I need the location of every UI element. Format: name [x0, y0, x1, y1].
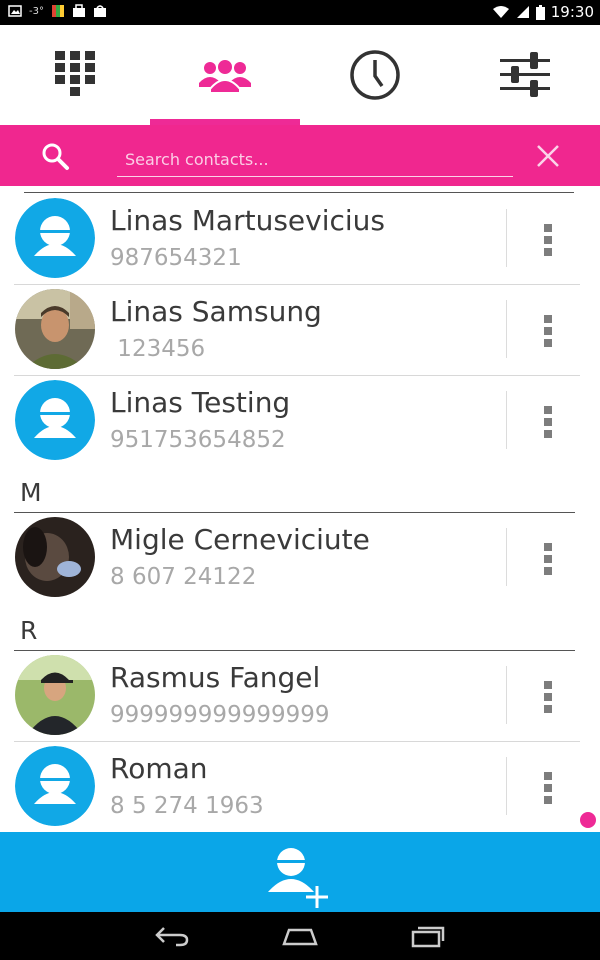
system-nav-bar [0, 912, 600, 960]
contact-row[interactable]: Roman 8 5 274 1963 [0, 742, 600, 832]
contact-number: 951753654852 [110, 427, 286, 453]
image-icon [8, 5, 22, 17]
more-options-icon[interactable] [538, 543, 558, 583]
signal-icon [516, 6, 529, 18]
more-options-icon[interactable] [538, 224, 558, 264]
contact-row[interactable]: Rasmus Fangel 999999999999999 [0, 651, 600, 742]
close-icon[interactable] [536, 144, 560, 168]
avatar [15, 746, 95, 826]
sliders-icon [500, 52, 550, 97]
contact-list[interactable]: Linas Martusevicius 987654321 Linas Sams… [0, 186, 600, 832]
contact-photo-icon [15, 655, 95, 735]
wifi-icon [492, 6, 509, 18]
row-divider [506, 757, 507, 815]
avatar [15, 198, 95, 278]
bag-icon [72, 4, 85, 17]
contact-name: Roman [110, 752, 208, 785]
search-icon[interactable] [40, 141, 70, 171]
contact-row[interactable]: Linas Samsung 123456 [0, 285, 600, 376]
more-options-icon[interactable] [538, 681, 558, 721]
contact-number: 987654321 [110, 245, 242, 271]
recent-apps-icon[interactable] [410, 924, 446, 948]
default-avatar-icon [15, 380, 95, 460]
home-icon[interactable] [281, 924, 319, 948]
contact-photo-icon [15, 517, 95, 597]
contact-name: Migle Cerneviciute [110, 523, 370, 556]
row-divider [506, 528, 507, 586]
contact-name: Rasmus Fangel [110, 661, 321, 694]
temperature-text: -3° [29, 5, 44, 17]
tab-dialpad[interactable] [0, 25, 150, 125]
add-contact-icon [268, 848, 328, 908]
back-icon[interactable] [154, 924, 190, 948]
row-divider [506, 666, 507, 724]
contact-name: Linas Martusevicius [110, 204, 385, 237]
contact-number: 8 607 24122 [110, 564, 257, 590]
tab-history[interactable] [300, 25, 450, 125]
shop-icon [93, 5, 106, 17]
list-top-divider [24, 192, 574, 193]
contact-number: 123456 [110, 336, 206, 362]
top-tabs [0, 25, 600, 125]
more-options-icon[interactable] [538, 772, 558, 812]
more-options-icon[interactable] [538, 315, 558, 355]
row-divider [506, 209, 507, 267]
avatar-photo [15, 289, 95, 369]
default-avatar-icon [15, 746, 95, 826]
row-divider [506, 391, 507, 449]
contact-number: 999999999999999 [110, 702, 330, 728]
more-options-icon[interactable] [538, 406, 558, 446]
contacts-icon [199, 58, 251, 93]
dialpad-icon [55, 51, 95, 96]
contact-row[interactable]: Migle Cerneviciute 8 607 24122 [0, 513, 600, 604]
contact-name: Linas Samsung [110, 295, 322, 328]
contact-row[interactable]: Linas Martusevicius 987654321 [0, 194, 600, 285]
tab-settings[interactable] [450, 25, 600, 125]
row-divider [506, 300, 507, 358]
clock-icon [350, 50, 400, 100]
search-input[interactable] [117, 142, 513, 177]
avatar [15, 380, 95, 460]
contact-name: Linas Testing [110, 386, 291, 419]
status-bar: -3° 19:30 [0, 0, 600, 25]
battery-icon [535, 4, 545, 20]
section-header: R [20, 616, 38, 645]
app-icon [51, 5, 64, 17]
notification-dot [580, 812, 596, 828]
avatar-photo [15, 517, 95, 597]
contact-row[interactable]: Linas Testing 951753654852 [0, 376, 600, 467]
clock-time: 19:30 [550, 3, 594, 21]
default-avatar-icon [15, 198, 95, 278]
contact-photo-icon [15, 289, 95, 369]
add-contact-button[interactable] [0, 832, 600, 912]
tab-contacts[interactable] [150, 25, 300, 125]
avatar-photo [15, 655, 95, 735]
section-header: M [20, 478, 42, 507]
search-bar [0, 125, 600, 186]
contact-number: 8 5 274 1963 [110, 793, 264, 819]
